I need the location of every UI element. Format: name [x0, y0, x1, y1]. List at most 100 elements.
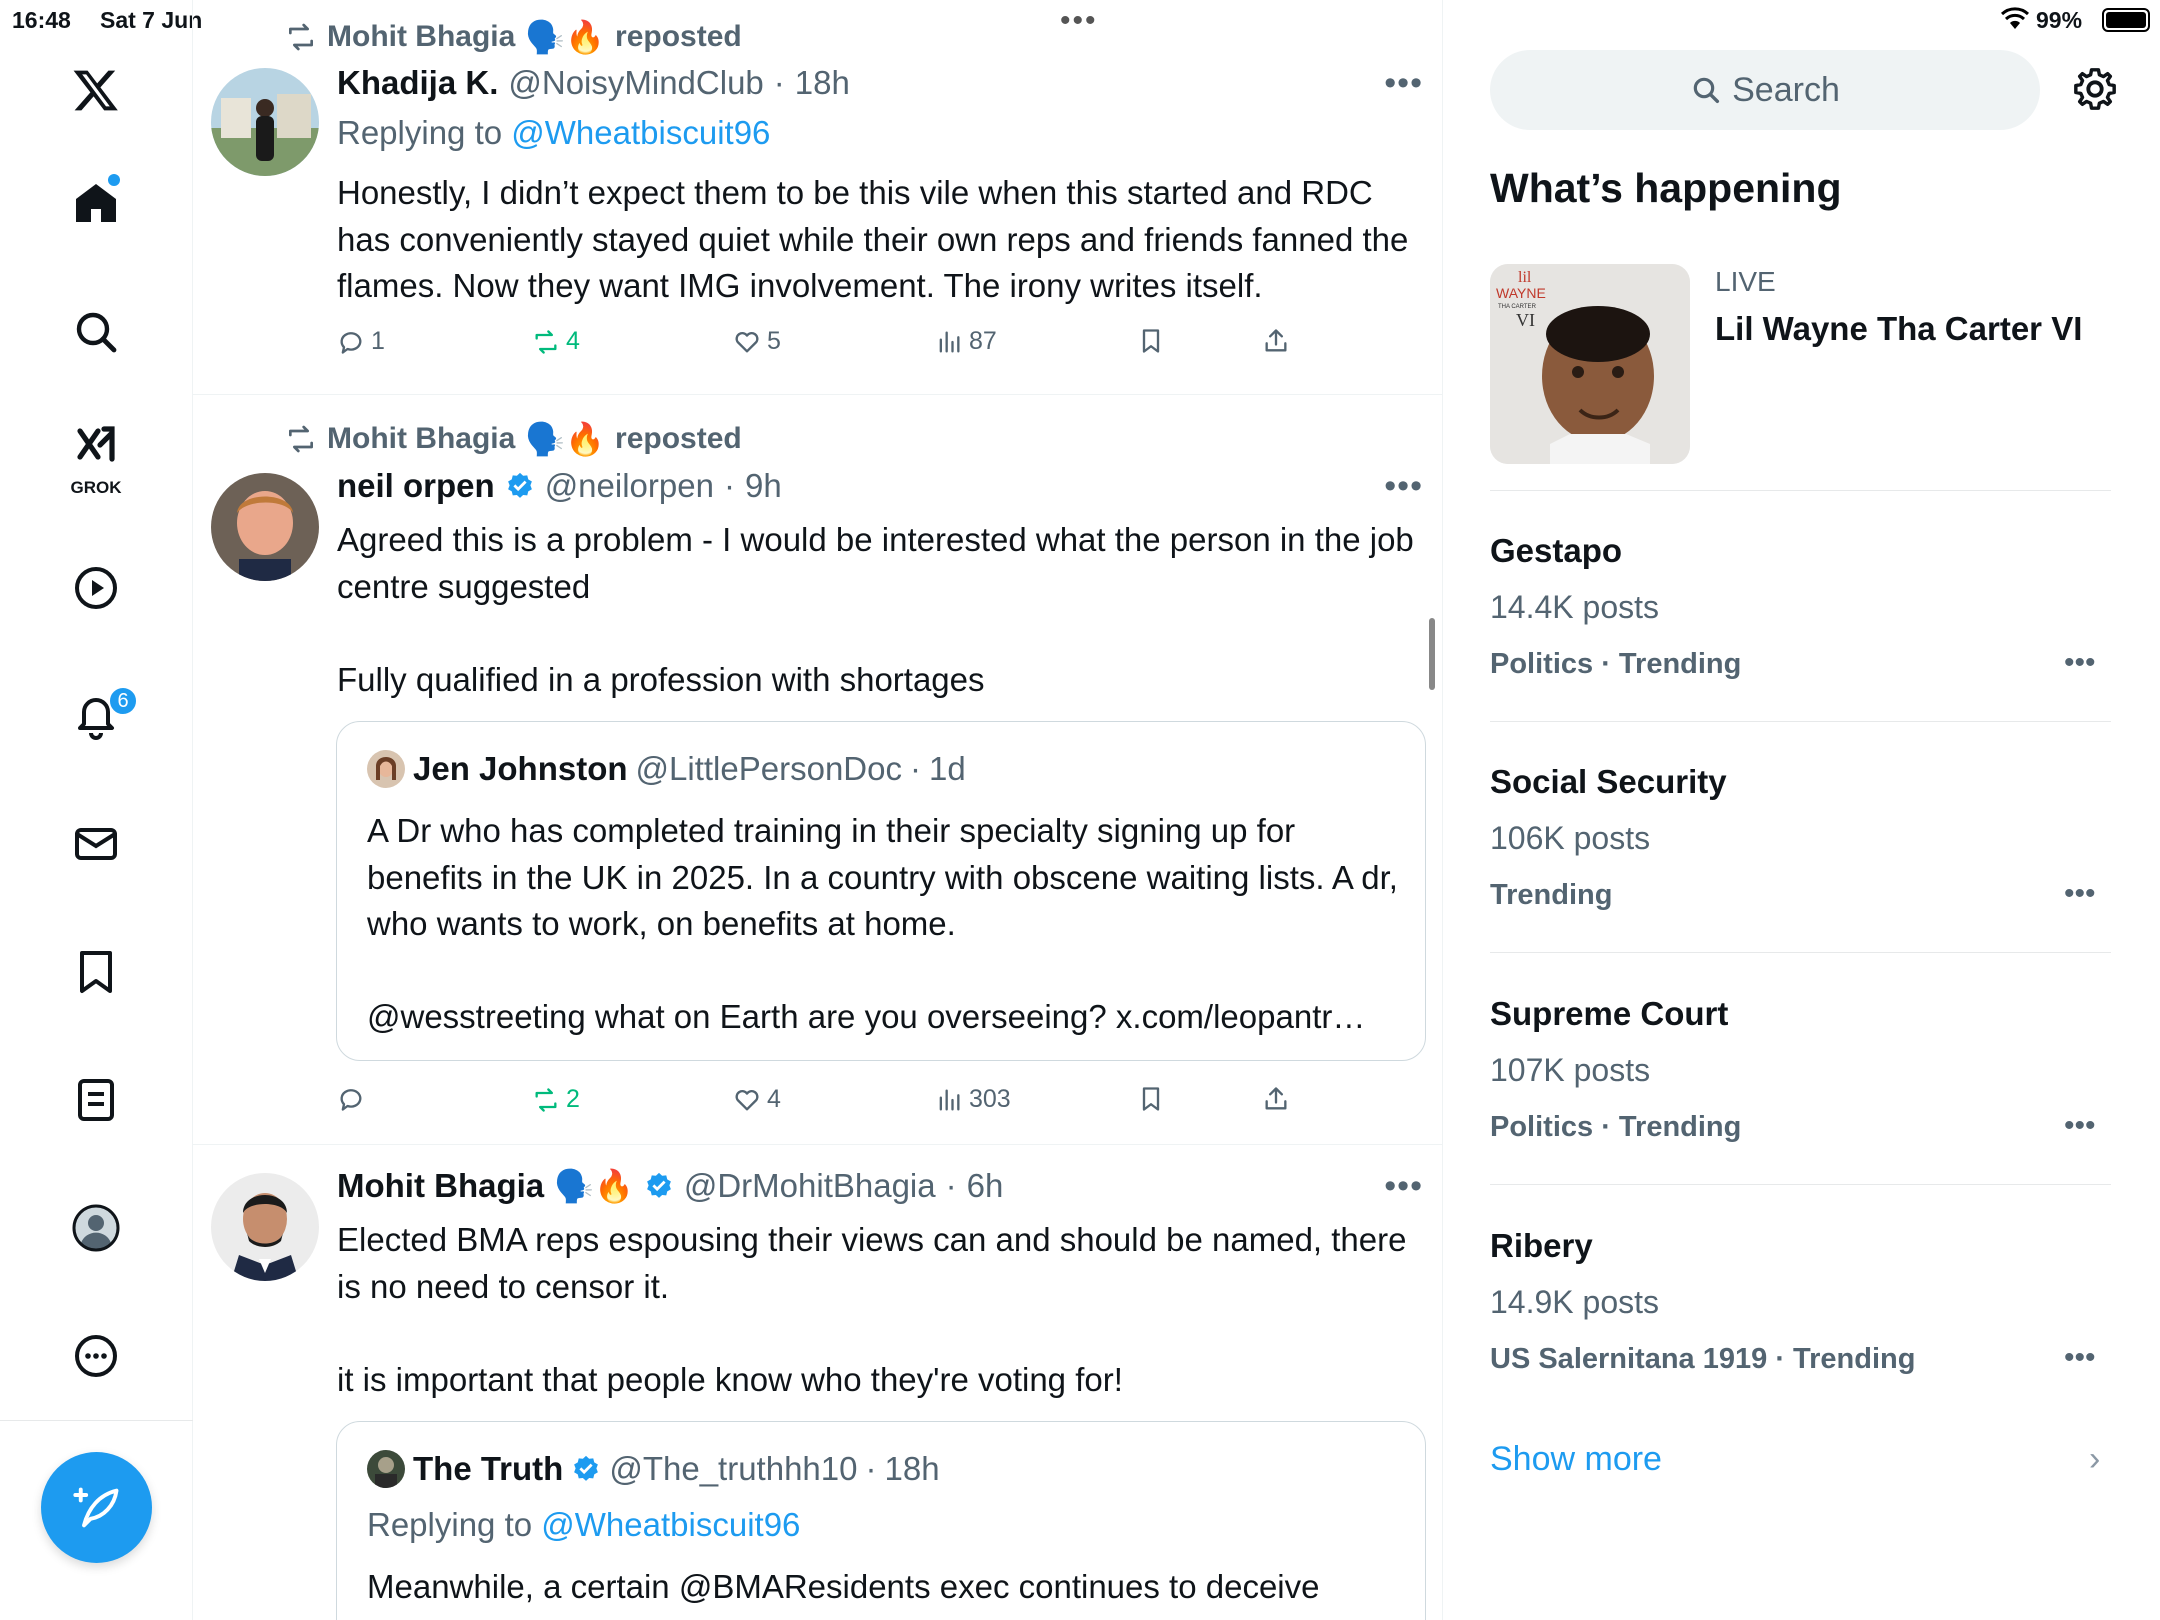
reply-count: 1: [371, 327, 385, 355]
like-count: 5: [767, 327, 781, 355]
trend-more-options-icon[interactable]: •••: [2064, 1109, 2096, 1143]
author-name[interactable]: neil orpen: [337, 467, 495, 505]
tweet-time[interactable]: 9h: [745, 467, 782, 505]
repost-button[interactable]: 4: [532, 327, 580, 356]
author-handle[interactable]: @NoisyMindClub: [508, 64, 763, 102]
tweet-more-options-icon[interactable]: •••: [1384, 1167, 1423, 1206]
live-event-album-art[interactable]: lil WAYNE THA CARTER VI: [1490, 264, 1690, 464]
dot-separator: ·: [909, 750, 921, 787]
quoted-avatar: [367, 1450, 405, 1488]
repost-indicator: Mohit Bhagia 🗣️🔥 reposted: [285, 420, 742, 458]
timeline-feed[interactable]: Mohit Bhagia 🗣️🔥 reposted Khadija K. @No…: [193, 0, 1443, 1620]
avatar[interactable]: [211, 473, 319, 581]
tweet-text: Honestly, I didn’t expect them to be thi…: [337, 174, 1418, 304]
quoted-tweet-header: The Truth @The_truthhh10 · 18h: [367, 1450, 940, 1488]
trend-category: Politics · Trending: [1490, 1111, 1742, 1143]
search-icon[interactable]: [56, 292, 136, 372]
share-button[interactable]: [1262, 1085, 1290, 1113]
trend-more-options-icon[interactable]: •••: [2064, 877, 2096, 911]
home-icon[interactable]: [56, 163, 136, 243]
tweet-header: neil orpen @neilorpen · 9h: [337, 467, 782, 505]
repost-by-name[interactable]: Mohit Bhagia: [327, 20, 515, 54]
repost-button[interactable]: 2: [532, 1085, 580, 1114]
live-event-title[interactable]: Lil Wayne Tha Carter VI: [1715, 310, 2082, 348]
quoted-tweet[interactable]: The Truth @The_truthhh10 · 18h Replying …: [336, 1421, 1426, 1620]
feed-scrollbar[interactable]: [1429, 618, 1435, 690]
bookmark-icon: [1142, 1087, 1160, 1111]
avatar[interactable]: [211, 1173, 319, 1281]
trend-more-options-icon[interactable]: •••: [2064, 646, 2096, 680]
tweet-time[interactable]: 18h: [795, 64, 850, 102]
tweet[interactable]: Mohit Bhagia 🗣️🔥 reposted neil orpen @ne…: [193, 395, 1442, 1145]
bookmarks-icon[interactable]: [56, 932, 136, 1012]
views-chart-icon: [939, 331, 960, 352]
dot-separator: ·: [723, 467, 735, 504]
views-button[interactable]: 303: [935, 1085, 1011, 1114]
reply-icon: [340, 1089, 362, 1111]
trend-category: Politics · Trending: [1490, 648, 1742, 680]
like-button[interactable]: 5: [733, 327, 781, 356]
avatar[interactable]: [211, 68, 319, 176]
replying-to-handle-link[interactable]: @Wheatbiscuit96: [541, 1506, 800, 1543]
trend-name: Supreme Court: [1490, 995, 1729, 1032]
show-more-link[interactable]: Show more: [1490, 1440, 1662, 1479]
lists-icon[interactable]: [56, 1060, 136, 1140]
trend-divider: [1490, 1184, 2111, 1185]
tweet-actions: 1 4 5 87: [337, 327, 1337, 367]
replying-to-handle-link[interactable]: @Wheatbiscuit96: [511, 114, 770, 151]
tweet-time[interactable]: 6h: [967, 1167, 1004, 1205]
repost-icon: [535, 329, 557, 354]
views-chart-icon: [939, 1089, 960, 1110]
search-placeholder: Search: [1732, 70, 1840, 109]
share-icon: [1265, 1087, 1287, 1110]
bookmark-button[interactable]: [1137, 1085, 1165, 1113]
share-button[interactable]: [1262, 327, 1290, 355]
x-logo-icon[interactable]: [56, 50, 136, 130]
chevron-right-icon[interactable]: ›: [2089, 1440, 2100, 1479]
settings-gear-icon[interactable]: [2072, 66, 2118, 112]
reply-button[interactable]: 1: [337, 327, 385, 356]
repost-by-name[interactable]: Mohit Bhagia: [327, 422, 515, 456]
tweet[interactable]: Mohit Bhagia 🗣️🔥 @DrMohitBhagia · 6h •••…: [193, 1145, 1442, 1620]
video-play-icon[interactable]: [56, 548, 136, 628]
author-name[interactable]: Khadija K.: [337, 64, 498, 102]
quoted-avatar: [367, 750, 405, 788]
left-navigation: GROK 6: [0, 0, 193, 1620]
verified-badge-icon: [574, 1455, 599, 1481]
messages-envelope-icon[interactable]: [56, 804, 136, 884]
quoted-author-handle: @The_truthhh10: [609, 1450, 858, 1487]
search-input[interactable]: Search: [1490, 50, 2040, 130]
replying-to-label: Replying to: [337, 114, 503, 151]
reply-button[interactable]: [337, 1085, 371, 1113]
compose-feather-icon: [72, 1487, 118, 1527]
more-options-circle-icon[interactable]: [56, 1316, 136, 1396]
quoted-tweet-header: Jen Johnston @LittlePersonDoc · 1d: [367, 750, 966, 788]
author-handle[interactable]: @neilorpen: [545, 467, 714, 505]
tweet-header: Mohit Bhagia 🗣️🔥 @DrMohitBhagia · 6h: [337, 1167, 1003, 1205]
trend-post-count: 14.9K posts: [1490, 1284, 1659, 1320]
verified-badge-icon: [646, 1172, 671, 1198]
grok-icon[interactable]: [56, 412, 136, 482]
quoted-author-handle: @LittlePersonDoc: [635, 750, 902, 787]
tweet-more-options-icon[interactable]: •••: [1384, 64, 1423, 103]
trend-category: US Salernitana 1919 · Trending: [1490, 1343, 1916, 1375]
trend-divider: [1490, 490, 2111, 491]
bookmark-button[interactable]: [1137, 327, 1165, 355]
like-button[interactable]: 4: [733, 1085, 781, 1114]
views-button[interactable]: 87: [935, 327, 997, 356]
trend-more-options-icon[interactable]: •••: [2064, 1341, 2096, 1375]
compose-post-button[interactable]: [41, 1452, 152, 1563]
author-name[interactable]: Mohit Bhagia: [337, 1167, 544, 1205]
author-handle[interactable]: @DrMohitBhagia: [684, 1167, 936, 1205]
quoted-tweet-time: 1d: [928, 750, 966, 787]
quoted-tweet-text: Meanwhile, a certain @BMAResidents exec …: [367, 1568, 1320, 1605]
quoted-author-name: The Truth: [413, 1450, 564, 1487]
quoted-tweet[interactable]: Jen Johnston @LittlePersonDoc · 1d A Dr …: [336, 721, 1426, 1061]
heart-icon: [735, 331, 759, 352]
album-text-vi: VI: [1516, 310, 1535, 330]
repost-icon: [289, 425, 313, 453]
quoted-replying-to: Replying to @Wheatbiscuit96: [367, 1506, 800, 1544]
profile-avatar-icon[interactable]: [56, 1188, 136, 1268]
tweet-more-options-icon[interactable]: •••: [1384, 467, 1423, 506]
tweet[interactable]: Mohit Bhagia 🗣️🔥 reposted Khadija K. @No…: [193, 0, 1442, 395]
